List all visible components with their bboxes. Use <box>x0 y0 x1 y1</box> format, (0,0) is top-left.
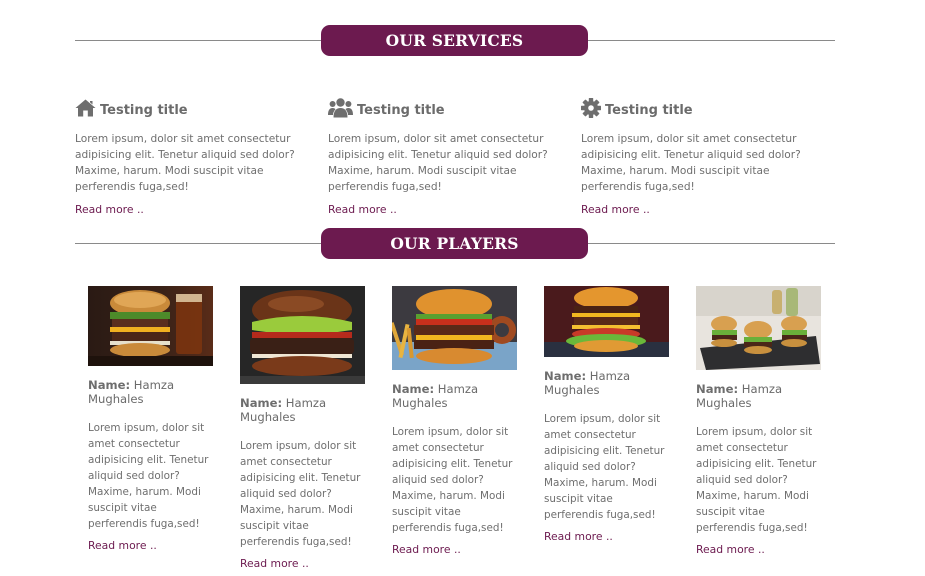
players-title: OUR PLAYERS <box>321 228 588 259</box>
player-description: Lorem ipsum, dolor sit amet consectetur … <box>696 426 817 534</box>
service-card: Testing title Lorem ipsum, dolor sit ame… <box>581 98 831 216</box>
service-title: Testing title <box>605 102 693 118</box>
read-more-link[interactable]: Read more .. <box>240 557 367 570</box>
name-label: Name: <box>240 396 283 410</box>
player-card: Name: Hamza Mughales Lorem ipsum, dolor … <box>88 286 215 552</box>
players-section-header: OUR PLAYERS <box>75 228 835 260</box>
read-more-link[interactable]: Read more .. <box>581 203 831 216</box>
burger-photo <box>88 286 213 366</box>
player-description: Lorem ipsum, dolor sit amet consectetur … <box>544 413 665 521</box>
gear-icon <box>581 98 605 122</box>
services-section-header: OUR SERVICES <box>75 25 835 57</box>
player-card: Name: Hamza Mughales Lorem ipsum, dolor … <box>696 286 823 556</box>
service-title: Testing title <box>100 102 188 118</box>
player-description: Lorem ipsum, dolor sit amet consectetur … <box>88 422 209 530</box>
player-name: Name: Hamza Mughales <box>696 382 823 410</box>
read-more-link[interactable]: Read more .. <box>328 203 578 216</box>
service-description: Lorem ipsum, dolor sit amet consectetur … <box>581 133 801 193</box>
service-description: Lorem ipsum, dolor sit amet consectetur … <box>328 133 548 193</box>
player-name: Name: Hamza Mughales <box>544 369 671 397</box>
service-title: Testing title <box>357 102 445 118</box>
player-name: Name: Hamza Mughales <box>240 396 367 424</box>
read-more-link[interactable]: Read more .. <box>88 539 215 552</box>
read-more-link[interactable]: Read more .. <box>75 203 325 216</box>
users-icon <box>328 98 357 122</box>
service-title-row: Testing title <box>328 98 578 122</box>
read-more-link[interactable]: Read more .. <box>392 543 519 556</box>
burger-photo <box>392 286 517 370</box>
name-label: Name: <box>544 369 587 383</box>
player-description: Lorem ipsum, dolor sit amet consectetur … <box>240 440 361 548</box>
name-label: Name: <box>696 382 739 396</box>
service-title-row: Testing title <box>75 98 325 122</box>
name-label: Name: <box>392 382 435 396</box>
read-more-link[interactable]: Read more .. <box>696 543 823 556</box>
player-name: Name: Hamza Mughales <box>88 378 215 406</box>
service-card: Testing title Lorem ipsum, dolor sit ame… <box>75 98 325 216</box>
player-name: Name: Hamza Mughales <box>392 382 519 410</box>
player-description: Lorem ipsum, dolor sit amet consectetur … <box>392 426 513 534</box>
read-more-link[interactable]: Read more .. <box>544 530 671 543</box>
service-card: Testing title Lorem ipsum, dolor sit ame… <box>328 98 578 216</box>
player-card: Name: Hamza Mughales Lorem ipsum, dolor … <box>544 286 671 543</box>
service-description: Lorem ipsum, dolor sit amet consectetur … <box>75 133 295 193</box>
burger-photo <box>240 286 365 384</box>
name-label: Name: <box>88 378 131 392</box>
player-card: Name: Hamza Mughales Lorem ipsum, dolor … <box>240 286 367 570</box>
services-title: OUR SERVICES <box>321 25 588 56</box>
burger-photo <box>696 286 821 370</box>
home-icon <box>75 99 100 121</box>
player-card: Name: Hamza Mughales Lorem ipsum, dolor … <box>392 286 519 556</box>
burger-photo <box>544 286 669 357</box>
service-title-row: Testing title <box>581 98 831 122</box>
